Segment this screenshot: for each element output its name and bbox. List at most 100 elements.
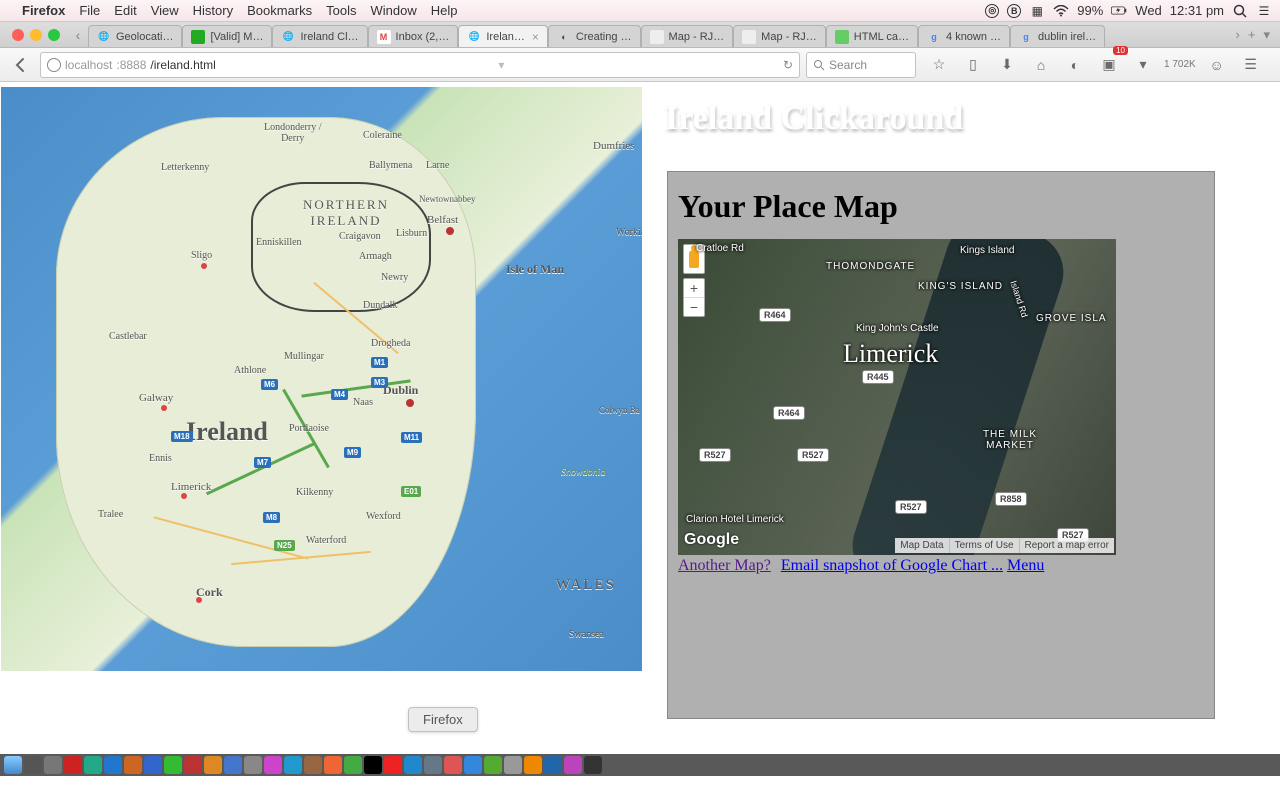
dock-app[interactable]: [364, 756, 382, 774]
back-button[interactable]: [8, 52, 34, 78]
city-marker-sligo[interactable]: [201, 263, 207, 269]
dock-app[interactable]: [264, 756, 282, 774]
window-zoom-button[interactable]: [48, 29, 60, 41]
google-icon: g: [1019, 30, 1033, 44]
menu-link[interactable]: Menu: [1007, 557, 1044, 574]
dock-app[interactable]: [144, 756, 162, 774]
menu-file[interactable]: File: [79, 3, 100, 18]
dock-app[interactable]: [524, 756, 542, 774]
dock-app[interactable]: [504, 756, 522, 774]
window-minimize-button[interactable]: [30, 29, 42, 41]
dock-app[interactable]: [24, 756, 42, 774]
menu-window[interactable]: Window: [371, 3, 417, 18]
tab-3[interactable]: 🌐Ireland Cl…: [272, 25, 367, 47]
dock-app-finder[interactable]: [4, 756, 22, 774]
road-badge: N25: [274, 540, 295, 551]
statusbar-icon-2[interactable]: B: [1007, 4, 1021, 18]
city-marker-cork[interactable]: [196, 597, 202, 603]
menu-edit[interactable]: Edit: [114, 3, 136, 18]
dock-app-firefox[interactable]: [324, 756, 342, 774]
dock-app[interactable]: [384, 756, 402, 774]
extension-icon[interactable]: ▾: [1130, 52, 1156, 78]
spotlight-icon[interactable]: [1232, 3, 1248, 19]
hamburger-menu-icon[interactable]: ☰: [1238, 52, 1264, 78]
tab-1[interactable]: 🌐Geolocati…: [88, 25, 182, 47]
new-tab-button[interactable]: +: [1248, 27, 1256, 42]
dock-app[interactable]: [164, 756, 182, 774]
dock-app[interactable]: [104, 756, 122, 774]
home-button[interactable]: ⌂: [1028, 52, 1054, 78]
road-badge: M8: [263, 512, 280, 523]
downloads-icon[interactable]: ⬇: [994, 52, 1020, 78]
satellite-map[interactable]: + − Limerick THOMONDGATE KING'S ISLAND K…: [678, 239, 1116, 555]
menu-help[interactable]: Help: [431, 3, 458, 18]
city-marker-limerick[interactable]: [181, 493, 187, 499]
dock-app[interactable]: [564, 756, 582, 774]
dock-app[interactable]: [444, 756, 462, 774]
menu-tools[interactable]: Tools: [326, 3, 356, 18]
tab-6[interactable]: ◐Creating …: [548, 25, 641, 47]
menu-bookmarks[interactable]: Bookmarks: [247, 3, 312, 18]
dock-app[interactable]: [244, 756, 262, 774]
reload-button[interactable]: ↻: [783, 58, 793, 72]
dock-app[interactable]: [484, 756, 502, 774]
zoom-out-button[interactable]: −: [684, 298, 704, 316]
window-close-button[interactable]: [12, 29, 24, 41]
report-error-link[interactable]: Report a map error: [1019, 538, 1114, 553]
menu-view[interactable]: View: [151, 3, 179, 18]
dock-app[interactable]: [344, 756, 362, 774]
dock-app[interactable]: [84, 756, 102, 774]
tab-list-button[interactable]: ▾: [1263, 27, 1270, 43]
dock-app[interactable]: [184, 756, 202, 774]
notification-center-icon[interactable]: ☰: [1256, 3, 1272, 19]
tab-scroll-left[interactable]: ‹: [68, 22, 88, 47]
reader-mode-icon[interactable]: ▾: [498, 58, 504, 72]
dock-app[interactable]: [204, 756, 222, 774]
dock-app[interactable]: [124, 756, 142, 774]
library-icon[interactable]: ▯: [960, 52, 986, 78]
tab-7[interactable]: Map - RJ…: [641, 25, 734, 47]
dock-app[interactable]: [64, 756, 82, 774]
dock-app[interactable]: [224, 756, 242, 774]
zoom-in-button[interactable]: +: [684, 279, 704, 298]
dock-app[interactable]: [404, 756, 422, 774]
chat-icon[interactable]: ☺: [1204, 52, 1230, 78]
battery-icon[interactable]: [1111, 3, 1127, 19]
app-menu[interactable]: Firefox: [22, 3, 65, 18]
site-identity-icon[interactable]: [47, 58, 61, 72]
tab-5-active[interactable]: 🌐Irelan…×: [458, 25, 548, 47]
tab-11[interactable]: gdublin irel…: [1010, 25, 1105, 47]
ireland-overview-map[interactable]: Ireland NORTHERN IRELAND WALES Isle of M…: [1, 87, 642, 671]
adblock-icon[interactable]: ▣: [1096, 52, 1122, 78]
url-bar[interactable]: localhost:8888/ireland.html ▾ ↻: [40, 52, 800, 78]
dock-app[interactable]: [44, 756, 62, 774]
another-map-link[interactable]: Another Map?: [678, 557, 771, 574]
sync-icon[interactable]: ◐: [1062, 52, 1088, 78]
statusbar-icon-3[interactable]: ▦: [1029, 3, 1045, 19]
tab-8[interactable]: Map - RJ…: [733, 25, 826, 47]
bookmark-star-icon[interactable]: ☆: [926, 52, 952, 78]
tab-close-button[interactable]: ×: [532, 30, 539, 44]
city-marker-belfast[interactable]: [446, 227, 454, 235]
dock-app[interactable]: [544, 756, 562, 774]
tab-scroll-right[interactable]: ›: [1236, 27, 1240, 42]
terms-link[interactable]: Terms of Use: [949, 538, 1019, 553]
tab-2[interactable]: [Valid] M…: [182, 25, 272, 47]
tab-9[interactable]: HTML ca…: [826, 25, 918, 47]
search-bar[interactable]: Search: [806, 52, 916, 78]
dock-app[interactable]: [284, 756, 302, 774]
statusbar-icon-1[interactable]: ◎: [985, 4, 999, 18]
tab-10[interactable]: g4 known …: [918, 25, 1010, 47]
city-marker-galway[interactable]: [161, 405, 167, 411]
dock-app[interactable]: [304, 756, 322, 774]
city-marker-dublin[interactable]: [406, 399, 414, 407]
tab-4[interactable]: MInbox (2,…: [368, 25, 459, 47]
dock-app[interactable]: [424, 756, 442, 774]
map-data-link[interactable]: Map Data: [895, 538, 948, 553]
dock-app[interactable]: [584, 756, 602, 774]
wifi-icon[interactable]: [1053, 3, 1069, 19]
dock-app[interactable]: [464, 756, 482, 774]
menu-history[interactable]: History: [193, 3, 233, 18]
email-snapshot-link[interactable]: Email snapshot of Google Chart ...: [781, 557, 1003, 574]
city-label: Castlebar: [109, 331, 147, 342]
